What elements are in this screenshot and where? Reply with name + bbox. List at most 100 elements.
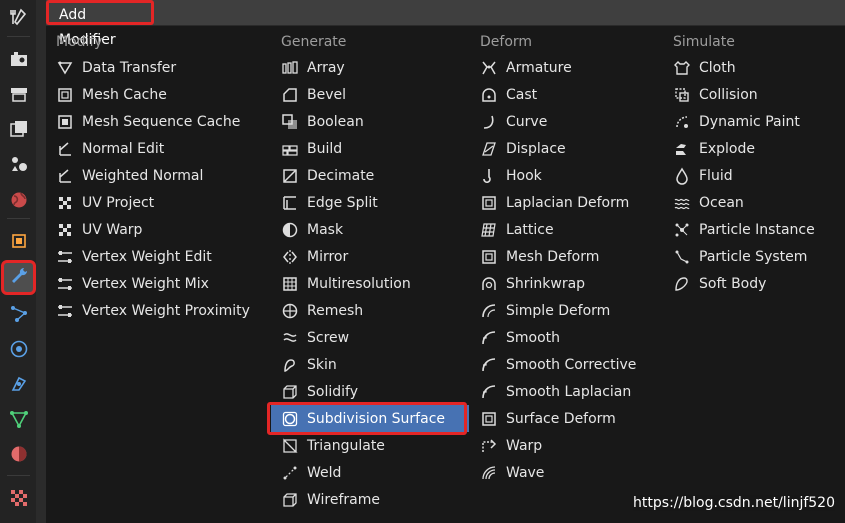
menu-item-normal-edit[interactable]: Normal Edit	[46, 135, 270, 162]
menu-item-cast[interactable]: Cast	[470, 81, 662, 108]
menu-item-triangulate[interactable]: Triangulate	[271, 432, 469, 459]
menu-item-wave[interactable]: Wave	[470, 459, 662, 486]
menu-item-smooth-laplacian[interactable]: Smooth Laplacian	[470, 378, 662, 405]
properties-tab-tool[interactable]	[3, 3, 34, 34]
menu-item-data-transfer[interactable]: Data Transfer	[46, 54, 270, 81]
menu-item-label: Vertex Weight Proximity	[82, 302, 250, 319]
menu-item-edge-split[interactable]: Edge Split	[271, 189, 469, 216]
menu-item-lattice[interactable]: Lattice	[470, 216, 662, 243]
menu-item-label: Smooth Corrective	[506, 356, 637, 373]
menu-item-surface-deform[interactable]: Surface Deform	[470, 405, 662, 432]
menu-item-mask[interactable]: Mask	[271, 216, 469, 243]
menu-item-subdivision-surface[interactable]: Subdivision Surface	[271, 405, 469, 432]
properties-tab-object-data[interactable]	[3, 405, 34, 436]
menu-item-label: Displace	[506, 140, 566, 157]
menu-item-particle-instance[interactable]: Particle Instance	[663, 216, 843, 243]
vertex-weight-icon	[55, 274, 75, 294]
cast-icon	[479, 85, 499, 105]
dynamic-paint-icon	[672, 112, 692, 132]
menu-item-label: Build	[307, 140, 343, 157]
menu-item-weld[interactable]: Weld	[271, 459, 469, 486]
menu-item-soft-body[interactable]: Soft Body	[663, 270, 843, 297]
menu-item-curve[interactable]: Curve	[470, 108, 662, 135]
menu-item-vertex-weight-edit[interactable]: Vertex Weight Edit	[46, 243, 270, 270]
menu-item-displace[interactable]: Displace	[470, 135, 662, 162]
menu-item-label: Soft Body	[699, 275, 767, 292]
properties-tab-view-layer[interactable]	[3, 115, 34, 146]
properties-tab-output[interactable]	[3, 80, 34, 111]
properties-tab-modifier-wrench[interactable]	[1, 260, 36, 295]
subdivision-surface-icon	[280, 409, 300, 429]
weighted-normal-icon	[55, 166, 75, 186]
menu-item-explode[interactable]: Explode	[663, 135, 843, 162]
tab-separator	[7, 36, 30, 37]
particle-instance-icon	[672, 220, 692, 240]
menu-item-label: Subdivision Surface	[307, 410, 446, 427]
menu-item-skin[interactable]: Skin	[271, 351, 469, 378]
menu-item-weighted-normal[interactable]: Weighted Normal	[46, 162, 270, 189]
menu-item-shrinkwrap[interactable]: Shrinkwrap	[470, 270, 662, 297]
menu-item-cloth[interactable]: Cloth	[663, 54, 843, 81]
render-icon	[9, 49, 29, 73]
menu-item-uv-warp[interactable]: UV Warp	[46, 216, 270, 243]
menu-item-uv-project[interactable]: UV Project	[46, 189, 270, 216]
menu-item-array[interactable]: Array	[271, 54, 469, 81]
panel-divider	[36, 0, 46, 523]
menu-item-mesh-cache[interactable]: Mesh Cache	[46, 81, 270, 108]
menu-item-ocean[interactable]: Ocean	[663, 189, 843, 216]
menu-item-mesh-deform[interactable]: Mesh Deform	[470, 243, 662, 270]
vertex-weight-icon	[55, 301, 75, 321]
particles-icon	[9, 304, 29, 328]
properties-tab-world[interactable]	[3, 186, 34, 217]
menu-item-armature[interactable]: Armature	[470, 54, 662, 81]
menu-item-bevel[interactable]: Bevel	[271, 81, 469, 108]
warp-icon	[479, 436, 499, 456]
menu-item-label: Surface Deform	[506, 410, 616, 427]
menu-item-label: Cast	[506, 86, 538, 103]
properties-tab-physics[interactable]	[3, 335, 34, 366]
menu-item-label: Warp	[506, 437, 543, 454]
properties-tab-scene[interactable]	[3, 150, 34, 181]
menu-item-mesh-sequence-cache[interactable]: Mesh Sequence Cache	[46, 108, 270, 135]
menu-item-warp[interactable]: Warp	[470, 432, 662, 459]
menu-item-solidify[interactable]: Solidify	[271, 378, 469, 405]
menu-item-vertex-weight-proximity[interactable]: Vertex Weight Proximity	[46, 297, 270, 324]
properties-tab-render[interactable]	[3, 45, 34, 76]
menu-item-label: Armature	[506, 59, 572, 76]
menu-item-label: Mesh Cache	[82, 86, 167, 103]
collision-icon	[672, 85, 692, 105]
tab-separator	[7, 475, 30, 476]
menu-item-simple-deform[interactable]: Simple Deform	[470, 297, 662, 324]
explode-icon	[672, 139, 692, 159]
menu-item-collision[interactable]: Collision	[663, 81, 843, 108]
menu-item-remesh[interactable]: Remesh	[271, 297, 469, 324]
menu-item-boolean[interactable]: Boolean	[271, 108, 469, 135]
menu-item-decimate[interactable]: Decimate	[271, 162, 469, 189]
properties-tab-texture[interactable]	[3, 484, 34, 515]
menu-item-mirror[interactable]: Mirror	[271, 243, 469, 270]
menu-item-build[interactable]: Build	[271, 135, 469, 162]
armature-icon	[479, 58, 499, 78]
properties-tab-material[interactable]	[3, 440, 34, 471]
menu-item-particle-system[interactable]: Particle System	[663, 243, 843, 270]
menu-item-fluid[interactable]: Fluid	[663, 162, 843, 189]
properties-tab-constraints[interactable]	[3, 370, 34, 401]
menu-item-label: Edge Split	[307, 194, 378, 211]
smooth-icon	[479, 355, 499, 375]
wave-icon	[479, 463, 499, 483]
menu-item-hook[interactable]: Hook	[470, 162, 662, 189]
array-icon	[280, 58, 300, 78]
properties-tab-particles[interactable]	[3, 300, 34, 331]
menu-item-wireframe[interactable]: Wireframe	[271, 486, 469, 513]
menu-item-dynamic-paint[interactable]: Dynamic Paint	[663, 108, 843, 135]
menu-item-vertex-weight-mix[interactable]: Vertex Weight Mix	[46, 270, 270, 297]
world-icon	[9, 190, 29, 214]
menu-item-laplacian-deform[interactable]: Laplacian Deform	[470, 189, 662, 216]
properties-tab-object[interactable]	[3, 227, 34, 258]
menu-item-smooth[interactable]: Smooth	[470, 324, 662, 351]
menu-item-screw[interactable]: Screw	[271, 324, 469, 351]
menu-item-smooth-corrective[interactable]: Smooth Corrective	[470, 351, 662, 378]
menu-item-label: Smooth	[506, 329, 561, 346]
mirror-icon	[280, 247, 300, 267]
menu-item-multiresolution[interactable]: Multiresolution	[271, 270, 469, 297]
